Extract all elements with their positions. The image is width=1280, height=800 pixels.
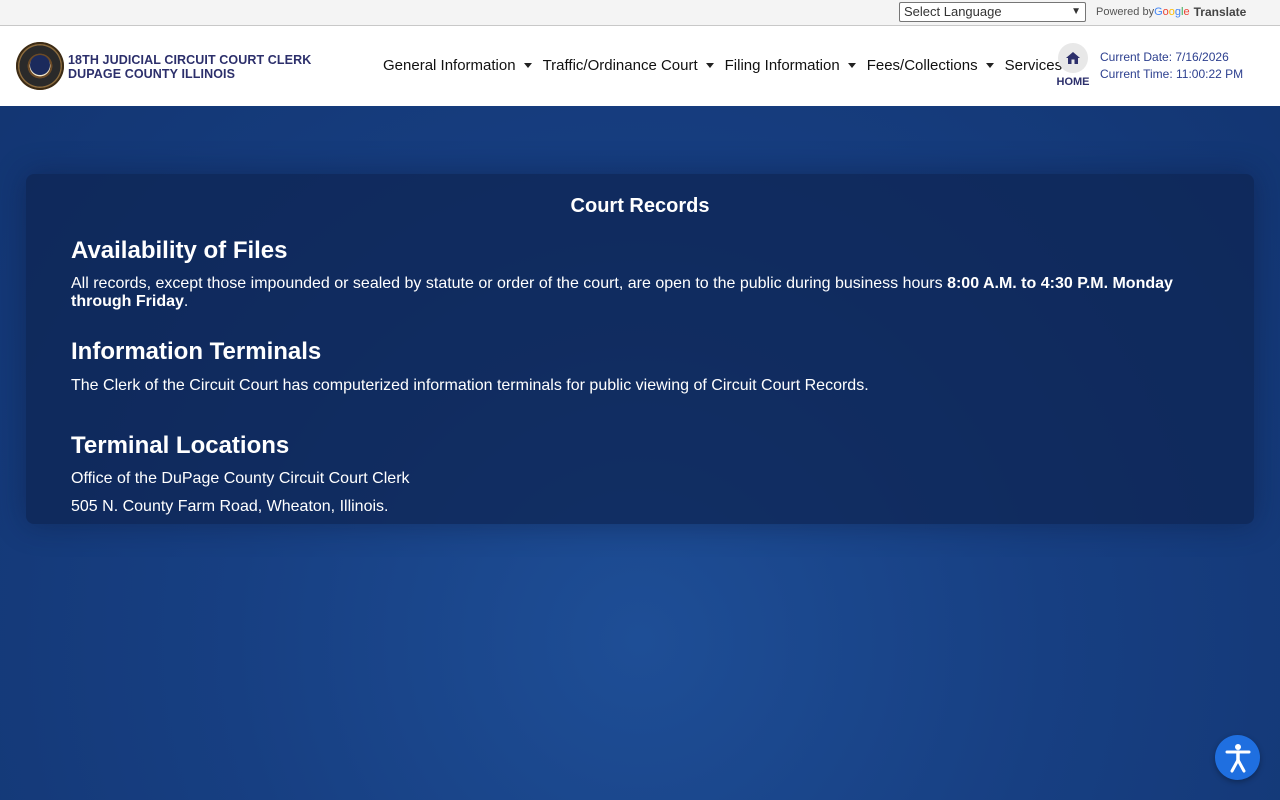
availability-text: All records, except those impounded or s… bbox=[71, 275, 1191, 311]
current-date: Current Date: 7/16/2026 bbox=[1100, 50, 1229, 64]
brand-line-2: DUPAGE COUNTY ILLINOIS bbox=[68, 67, 236, 81]
current-datetime: Current Date: 7/16/2026 Current Time: 11… bbox=[1100, 49, 1243, 83]
site-header: 18TH JUDICIAL CIRCUIT COURT CLERK DUPAGE… bbox=[0, 26, 1280, 106]
chevron-down-icon bbox=[985, 63, 994, 68]
section-heading-locations: Terminal Locations bbox=[71, 432, 290, 459]
language-select[interactable]: Select Language ▼ bbox=[899, 2, 1086, 22]
site-brand[interactable]: 18TH JUDICIAL CIRCUIT COURT CLERK DUPAGE… bbox=[68, 53, 311, 81]
nav-traffic-ordinance-court[interactable]: Traffic/Ordinance Court bbox=[543, 57, 714, 74]
powered-by-text: Powered by bbox=[1096, 6, 1155, 18]
chevron-down-icon bbox=[523, 63, 532, 68]
home-link[interactable]: HOME bbox=[1056, 43, 1090, 88]
home-icon bbox=[1058, 43, 1088, 73]
nav-label: Services bbox=[1004, 57, 1063, 74]
court-seal-logo[interactable] bbox=[16, 42, 64, 90]
page-title: Court Records bbox=[570, 195, 710, 217]
google-translate-credit: Powered by Google Translate bbox=[1096, 5, 1246, 19]
accessibility-icon bbox=[1225, 743, 1250, 772]
seal-emblem bbox=[30, 55, 50, 75]
nav-filing-information[interactable]: Filing Information bbox=[725, 57, 856, 74]
brand-line-1: 18TH JUDICIAL CIRCUIT COURT CLERK bbox=[68, 53, 312, 67]
home-label: HOME bbox=[1056, 76, 1090, 88]
availability-text-body: All records, except those impounded or s… bbox=[71, 275, 948, 292]
nav-label: Traffic/Ordinance Court bbox=[542, 57, 698, 74]
terminals-text: The Clerk of the Circuit Court has compu… bbox=[71, 377, 869, 394]
translate-link[interactable]: Translate bbox=[1194, 5, 1247, 19]
section-heading-terminals: Information Terminals bbox=[71, 338, 322, 365]
availability-text-end: . bbox=[183, 293, 189, 310]
content-panel: Court Records Availability of Files All … bbox=[26, 174, 1254, 524]
nav-label: General Information bbox=[383, 57, 516, 74]
main-nav: General Information Traffic/Ordinance Co… bbox=[383, 57, 1089, 74]
chevron-down-icon bbox=[705, 63, 714, 68]
location-line-1: Office of the DuPage County Circuit Cour… bbox=[71, 470, 410, 487]
nav-label: Fees/Collections bbox=[866, 57, 978, 74]
current-time: Current Time: 11:00:22 PM bbox=[1100, 67, 1244, 81]
chevron-down-icon: ▼ bbox=[1071, 6, 1081, 17]
translate-bar: Select Language ▼ Powered by Google Tran… bbox=[0, 0, 1280, 26]
section-heading-availability: Availability of Files bbox=[71, 237, 288, 264]
location-line-2: 505 N. County Farm Road, Wheaton, Illino… bbox=[71, 498, 389, 515]
language-select-label: Select Language bbox=[904, 4, 1002, 19]
nav-general-information[interactable]: General Information bbox=[383, 57, 532, 74]
google-logo: Google bbox=[1154, 6, 1190, 18]
accessibility-button[interactable] bbox=[1215, 735, 1260, 780]
chevron-down-icon bbox=[847, 63, 856, 68]
nav-fees-collections[interactable]: Fees/Collections bbox=[867, 57, 994, 74]
nav-label: Filing Information bbox=[724, 57, 840, 74]
